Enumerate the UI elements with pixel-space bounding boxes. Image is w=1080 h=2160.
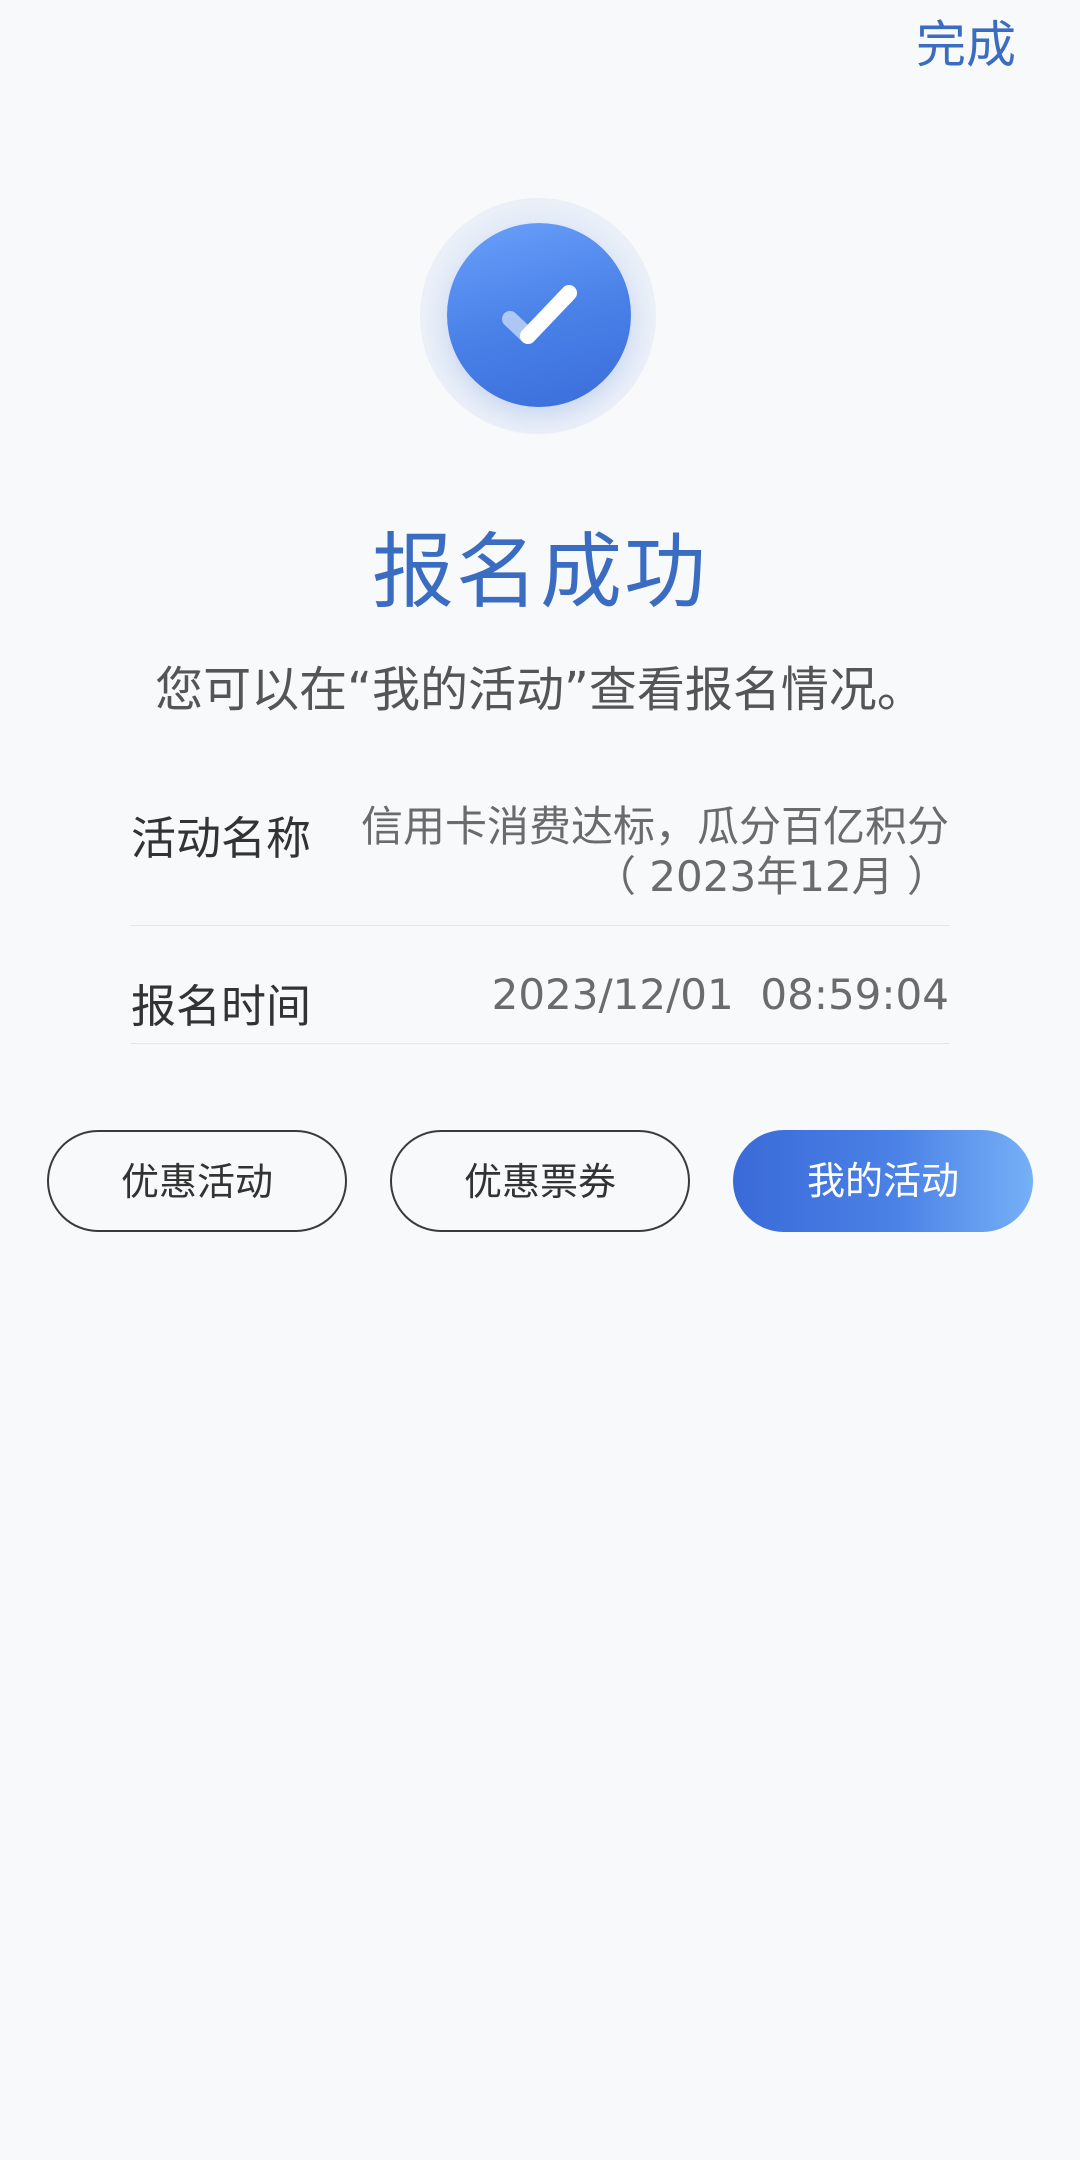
activity-name-value: 信用卡消费达标，瓜分百亿积分 （ 2023年12月 ） <box>361 802 949 902</box>
signup-time-row: 报名时间 2023/12/01 08:59:04 <box>131 926 949 1044</box>
promotions-button[interactable]: 优惠活动 <box>47 1130 347 1232</box>
success-title: 报名成功 <box>371 525 708 620</box>
activity-name-line1: 信用卡消费达标，瓜分百亿积分 <box>360 802 949 851</box>
done-button[interactable]: 完成 <box>916 18 1016 73</box>
my-activities-button[interactable]: 我的活动 <box>733 1130 1033 1232</box>
signup-time-value: 2023/12/01 08:59:04 <box>491 970 949 1019</box>
success-message: 您可以在“我的活动”查看报名情况。 <box>155 662 925 718</box>
signup-details: 活动名称 信用卡消费达标，瓜分百亿积分 （ 2023年12月 ） 报名时间 20… <box>131 780 949 1044</box>
activity-name-line2: （ 2023年12月 ） <box>593 852 949 901</box>
coupons-button[interactable]: 优惠票券 <box>390 1130 690 1232</box>
check-circle-icon <box>447 223 631 407</box>
signup-time-label: 报名时间 <box>131 980 312 1033</box>
activity-name-label: 活动名称 <box>131 812 312 865</box>
activity-name-row: 活动名称 信用卡消费达标，瓜分百亿积分 （ 2023年12月 ） <box>131 780 949 926</box>
